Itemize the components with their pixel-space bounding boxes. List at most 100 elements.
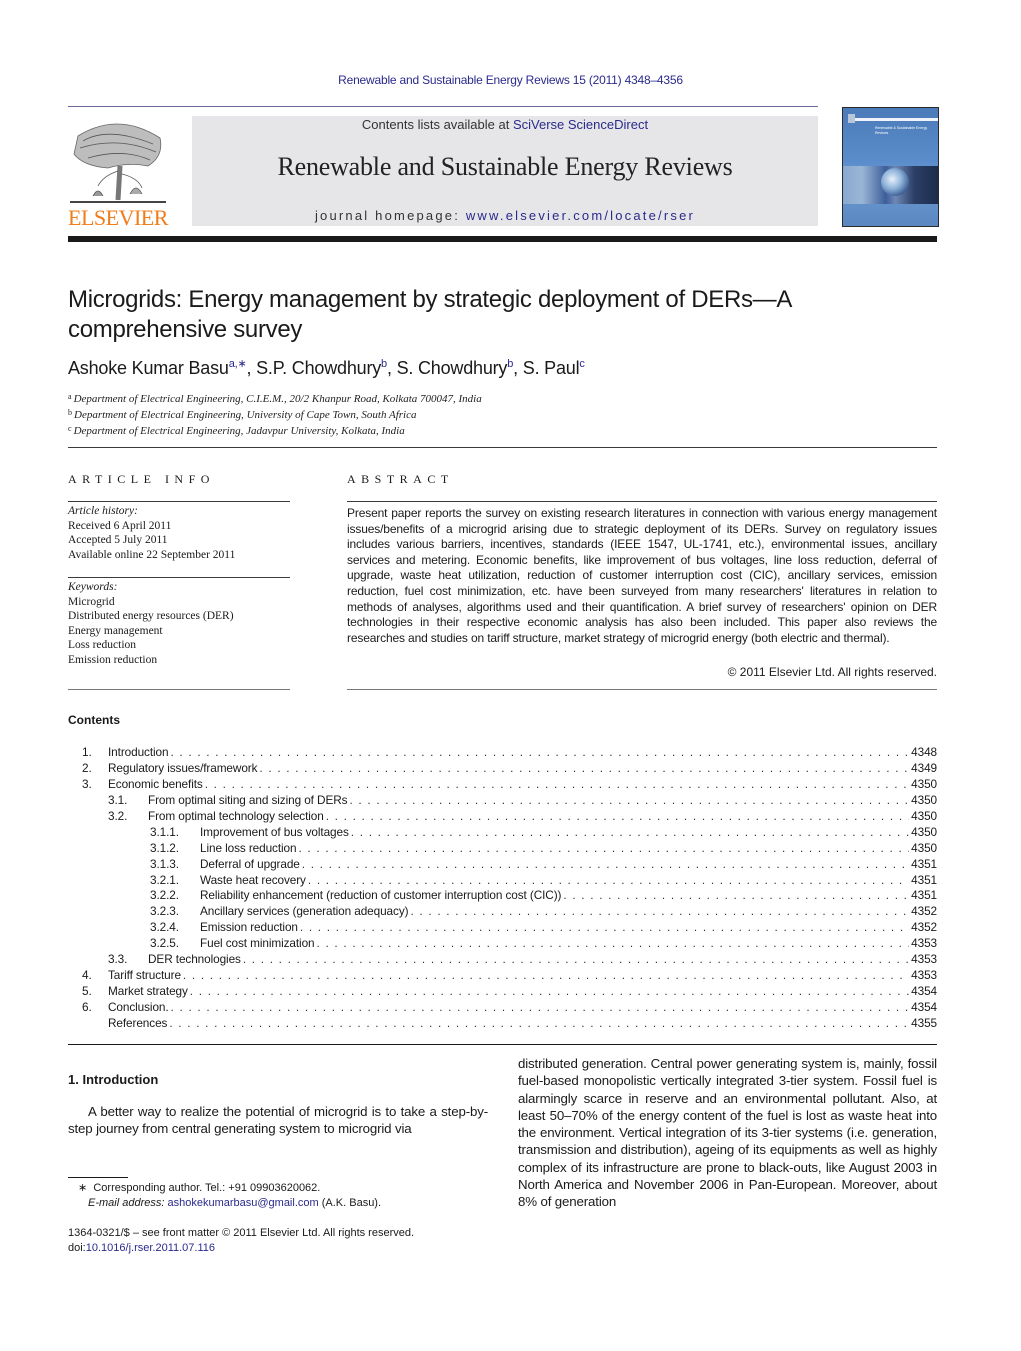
toc-page-number[interactable]: 4350 xyxy=(911,841,937,857)
toc-entry[interactable]: 3.1. From optimal siting and sizing of DE… xyxy=(68,793,937,809)
toc-page-number[interactable]: 4350 xyxy=(911,809,937,825)
toc-title[interactable]: Regulatory issues/framework xyxy=(108,761,258,777)
author-name[interactable]: Ashoke Kumar Basu xyxy=(68,358,229,378)
toc-number: 3.1.2. xyxy=(150,840,179,855)
toc-page-number[interactable]: 4351 xyxy=(911,888,937,904)
issn-line: 1364-0321/$ – see front matter © 2011 El… xyxy=(68,1227,415,1239)
toc-page-number[interactable]: 4353 xyxy=(911,936,937,952)
toc-entry[interactable]: 3.2.2. Reliability enhancement (reduction… xyxy=(68,888,937,904)
author-name[interactable]: S.P. Chowdhury xyxy=(256,358,381,378)
email-link[interactable]: ashokekumarbasu@gmail.com xyxy=(167,1197,318,1209)
toc-page-number[interactable]: 4348 xyxy=(911,745,937,761)
toc-title[interactable]: Conclusion. xyxy=(108,1000,169,1016)
toc-entry[interactable]: 3.1.1. Improvement of bus voltages. . . .… xyxy=(68,825,937,841)
toc-title[interactable]: Fuel cost minimization xyxy=(200,936,315,952)
author-name[interactable]: S. Chowdhury xyxy=(397,358,508,378)
toc-entry[interactable]: References. . . . . . . . . . . . . . . … xyxy=(68,1016,937,1032)
toc-entry[interactable]: 3. Economic benefits. . . . . . . . . . .… xyxy=(68,777,937,793)
toc-number: 3.2. xyxy=(108,808,128,823)
toc-title[interactable]: Emission reduction xyxy=(200,920,298,936)
keyword[interactable]: Emission reduction xyxy=(68,653,234,668)
toc-entry[interactable]: 5. Market strategy. . . . . . . . . . . .… xyxy=(68,984,937,1000)
toc-number: 1. xyxy=(82,745,92,759)
toc-title[interactable]: From optimal technology selection xyxy=(148,809,324,825)
toc-page-number[interactable]: 4353 xyxy=(911,952,937,968)
toc-number xyxy=(82,1016,108,1032)
toc-leader-dots: . . . . . . . . . . . . . . . . . . . . … xyxy=(410,904,909,919)
toc-entry[interactable]: 3.2.4. Emission reduction. . . . . . . . … xyxy=(68,920,937,936)
toc-title[interactable]: DER technologies xyxy=(148,952,241,968)
toc-number: 3.3. xyxy=(108,952,128,967)
toc-entry[interactable]: 3.2.5. Fuel cost minimization. . . . . . … xyxy=(68,936,937,952)
toc-leader-dots: . . . . . . . . . . . . . . . . . . . . … xyxy=(169,1015,909,1030)
table-of-contents: 1. Introduction. . . . . . . . . . . . . … xyxy=(68,745,937,1032)
footnote-rule xyxy=(68,1177,128,1178)
toc-page-number[interactable]: 4352 xyxy=(911,920,937,936)
toc-page-number[interactable]: 4349 xyxy=(911,761,937,777)
toc-number: 3. xyxy=(82,776,92,791)
homepage-link[interactable]: www.elsevier.com/locate/rser xyxy=(466,208,695,223)
toc-page-number[interactable]: 4353 xyxy=(911,968,937,984)
toc-entry[interactable]: 3.2.3. Ancillary services (generation ade… xyxy=(68,904,937,920)
doi-link[interactable]: 10.1016/j.rser.2011.07.116 xyxy=(86,1242,215,1254)
keywords-rule xyxy=(68,577,290,578)
keyword[interactable]: Distributed energy resources (DER) xyxy=(68,609,234,624)
toc-page-number[interactable]: 4354 xyxy=(911,984,937,1000)
email-label: E-mail address: xyxy=(88,1197,165,1209)
toc-entry[interactable]: 4. Tariff structure. . . . . . . . . . . … xyxy=(68,968,937,984)
author-affiliation-mark[interactable]: c xyxy=(579,358,585,370)
toc-title[interactable]: Reliability enhancement (reduction of cu… xyxy=(200,888,561,904)
toc-title[interactable]: Market strategy xyxy=(108,984,188,1000)
toc-page-number[interactable]: 4350 xyxy=(911,777,937,793)
toc-entry[interactable]: 3.2.1. Waste heat recovery. . . . . . . .… xyxy=(68,873,937,889)
keyword[interactable]: Energy management xyxy=(68,624,234,639)
toc-entry[interactable]: 2. Regulatory issues/framework. . . . . .… xyxy=(68,761,937,777)
toc-title[interactable]: Improvement of bus voltages xyxy=(200,825,349,841)
toc-number: 3.1.3. xyxy=(150,856,179,871)
toc-title[interactable]: Waste heat recovery xyxy=(200,873,306,889)
toc-leader-dots: . . . . . . . . . . . . . . . . . . . . … xyxy=(170,745,910,759)
toc-entry[interactable]: 3.1.3. Deferral of upgrade. . . . . . . .… xyxy=(68,857,937,873)
toc-page-number[interactable]: 4352 xyxy=(911,904,937,920)
front-matter: 1364-0321/$ – see front matter © 2011 El… xyxy=(68,1226,414,1256)
keyword[interactable]: Loss reduction xyxy=(68,638,234,653)
toc-leader-dots: . . . . . . . . . . . . . . . . . . . . … xyxy=(298,840,909,855)
cover-logo-icon xyxy=(848,114,855,123)
toc-title[interactable]: From optimal siting and sizing of DERs xyxy=(148,793,348,809)
abstract-heading: ABSTRACT xyxy=(347,472,454,486)
author-name[interactable]: S. Paul xyxy=(523,358,580,378)
toc-page-number[interactable]: 4354 xyxy=(911,1000,937,1016)
toc-title[interactable]: Ancillary services (generation adequacy) xyxy=(200,904,409,920)
affiliation-divider xyxy=(68,447,937,448)
toc-title[interactable]: Tariff structure xyxy=(108,968,181,984)
toc-entry[interactable]: 3.1.2. Line loss reduction. . . . . . . .… xyxy=(68,841,937,857)
toc-page-number[interactable]: 4355 xyxy=(911,1016,937,1032)
keyword[interactable]: Microgrid xyxy=(68,595,234,610)
toc-title[interactable]: Introduction xyxy=(108,745,169,761)
sciencedirect-link[interactable]: SciVerse ScienceDirect xyxy=(513,117,648,132)
toc-number: 3.2.1. xyxy=(150,872,179,887)
toc-number: 3.1. xyxy=(108,792,128,807)
toc-number: 3.2.2. xyxy=(150,888,179,903)
toc-entry[interactable]: 1. Introduction. . . . . . . . . . . . . … xyxy=(68,745,937,761)
corresponding-author-footnote: ∗ Corresponding author. Tel.: +91 099036… xyxy=(78,1181,381,1211)
toc-page-number[interactable]: 4351 xyxy=(911,873,937,889)
toc-entry[interactable]: 6. Conclusion.. . . . . . . . . . . . . .… xyxy=(68,1000,937,1016)
toc-title[interactable]: References xyxy=(108,1016,167,1032)
toc-title[interactable]: Deferral of upgrade xyxy=(200,857,300,873)
toc-entry[interactable]: 3.3. DER technologies. . . . . . . . . . … xyxy=(68,952,937,968)
toc-title[interactable]: Economic benefits xyxy=(108,777,203,793)
toc-page-number[interactable]: 4350 xyxy=(911,825,937,841)
toc-number: 6. xyxy=(82,1000,92,1014)
toc-page-number[interactable]: 4351 xyxy=(911,857,937,873)
author-affiliation-mark[interactable]: a,∗ xyxy=(229,358,247,370)
journal-banner: Contents lists available at SciVerse Sci… xyxy=(192,116,818,226)
journal-cover-thumbnail[interactable]: Renewable & Sustainable Energy Reviews xyxy=(842,107,939,227)
publisher-logo[interactable]: ELSEVIER xyxy=(68,116,168,230)
toc-leader-dots: . . . . . . . . . . . . . . . . . . . . … xyxy=(325,808,909,823)
toc-title[interactable]: Line loss reduction xyxy=(200,841,297,857)
toc-entry[interactable]: 3.2. From optimal technology selection. .… xyxy=(68,809,937,825)
toc-page-number[interactable]: 4350 xyxy=(911,793,937,809)
running-head[interactable]: Renewable and Sustainable Energy Reviews… xyxy=(0,73,1021,87)
toc-leader-dots: . . . . . . . . . . . . . . . . . . . . … xyxy=(349,792,910,807)
